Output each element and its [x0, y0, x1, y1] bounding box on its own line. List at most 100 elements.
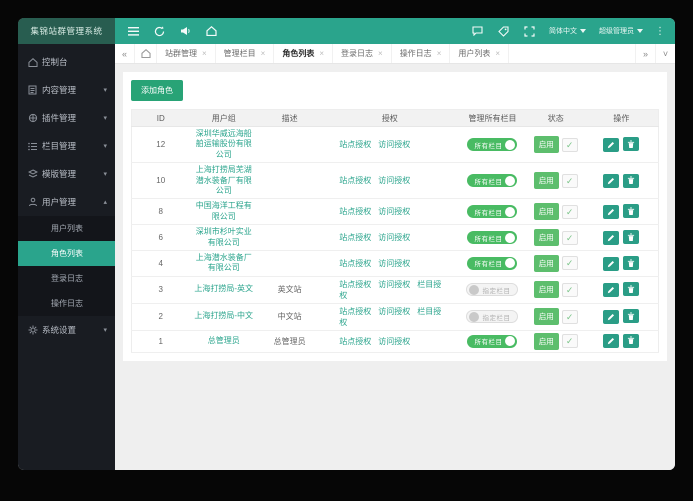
- tab-登录日志[interactable]: 登录日志×: [333, 44, 392, 63]
- auth-link[interactable]: 站点授权: [339, 307, 371, 316]
- more-menu-icon[interactable]: ⋮: [655, 26, 665, 37]
- auth-link[interactable]: 站点授权: [339, 337, 371, 346]
- group-link[interactable]: 深圳华威远海船舶运输股份有限公司: [193, 129, 255, 160]
- refresh-icon[interactable]: [153, 25, 166, 38]
- group-link[interactable]: 上海打捞局芜湖潜水装备厂有限公司: [193, 165, 255, 196]
- message-icon[interactable]: [471, 25, 484, 38]
- status-check-icon[interactable]: ✓: [562, 205, 578, 219]
- edit-button[interactable]: [603, 174, 619, 188]
- tab-站群管理[interactable]: 站群管理×: [157, 44, 216, 63]
- status-check-icon[interactable]: ✓: [562, 334, 578, 348]
- add-role-button[interactable]: 添加角色: [131, 80, 183, 101]
- tab-close-icon[interactable]: ×: [319, 49, 324, 58]
- status-badge[interactable]: 启用: [534, 172, 559, 189]
- auth-link[interactable]: 访问授权: [378, 259, 410, 268]
- auth-link[interactable]: 站点授权: [339, 207, 371, 216]
- all-columns-toggle[interactable]: 所有栏目: [467, 335, 517, 348]
- status-badge[interactable]: 启用: [534, 229, 559, 246]
- sidebar-item-6[interactable]: 用户管理▴: [18, 188, 115, 216]
- auth-link[interactable]: 站点授权: [339, 140, 371, 149]
- tab-home-icon[interactable]: [135, 44, 157, 63]
- status-check-icon[interactable]: ✓: [562, 138, 578, 152]
- sidebar-item-5[interactable]: 模版管理▾: [18, 160, 115, 188]
- status-badge[interactable]: 启用: [534, 203, 559, 220]
- tab-用户列表[interactable]: 用户列表×: [450, 44, 509, 63]
- tab-close-icon[interactable]: ×: [437, 49, 442, 58]
- status-badge[interactable]: 启用: [534, 281, 559, 298]
- auth-link[interactable]: 访问授权: [378, 307, 410, 316]
- auth-link[interactable]: 访问授权: [378, 337, 410, 346]
- sidebar-subitem-登录日志[interactable]: 登录日志: [18, 266, 115, 291]
- all-columns-toggle[interactable]: 所有栏目: [467, 257, 517, 270]
- tab-close-icon[interactable]: ×: [261, 49, 266, 58]
- status-badge[interactable]: 启用: [534, 255, 559, 272]
- group-link[interactable]: 总管理员: [208, 336, 240, 346]
- tab-角色列表[interactable]: 角色列表×: [274, 44, 333, 63]
- language-dropdown[interactable]: 简体中文: [549, 26, 586, 36]
- tabs-scroll-left-button[interactable]: «: [115, 44, 135, 63]
- home-icon[interactable]: [205, 25, 218, 38]
- all-columns-toggle[interactable]: 指定栏目: [466, 283, 518, 296]
- all-columns-toggle[interactable]: 指定栏目: [466, 310, 518, 323]
- tab-close-icon[interactable]: ×: [495, 49, 500, 58]
- delete-button[interactable]: [623, 204, 639, 218]
- status-badge[interactable]: 启用: [534, 136, 559, 153]
- sidebar-subitem-操作日志[interactable]: 操作日志: [18, 291, 115, 316]
- sidebar-subitem-用户列表[interactable]: 用户列表: [18, 216, 115, 241]
- tab-close-icon[interactable]: ×: [378, 49, 383, 58]
- announcement-icon[interactable]: [179, 25, 192, 38]
- group-link[interactable]: 上海打捞局-英文: [194, 284, 253, 294]
- status-check-icon[interactable]: ✓: [562, 310, 578, 324]
- delete-button[interactable]: [623, 282, 639, 296]
- auth-link[interactable]: 访问授权: [378, 280, 410, 289]
- group-link[interactable]: 上海打捞局-中文: [194, 311, 253, 321]
- edit-button[interactable]: [603, 283, 619, 297]
- sidebar-item-4[interactable]: 栏目管理▾: [18, 132, 115, 160]
- edit-button[interactable]: [603, 205, 619, 219]
- status-badge[interactable]: 启用: [534, 333, 559, 350]
- status-check-icon[interactable]: ✓: [562, 256, 578, 270]
- status-check-icon[interactable]: ✓: [562, 174, 578, 188]
- status-check-icon[interactable]: ✓: [562, 283, 578, 297]
- tab-close-icon[interactable]: ×: [202, 49, 207, 58]
- auth-link[interactable]: 站点授权: [339, 233, 371, 242]
- auth-link[interactable]: 站点授权: [339, 176, 371, 185]
- edit-button[interactable]: [603, 257, 619, 271]
- all-columns-toggle[interactable]: 所有栏目: [467, 174, 517, 187]
- status-check-icon[interactable]: ✓: [562, 231, 578, 245]
- all-columns-toggle[interactable]: 所有栏目: [467, 231, 517, 244]
- auth-link[interactable]: 站点授权: [339, 259, 371, 268]
- fullscreen-icon[interactable]: [523, 25, 536, 38]
- delete-button[interactable]: [623, 256, 639, 270]
- edit-button[interactable]: [603, 334, 619, 348]
- tabs-scroll-right-button[interactable]: »: [635, 44, 655, 63]
- tab-操作日志[interactable]: 操作日志×: [392, 44, 451, 63]
- sidebar-item-3[interactable]: 插件管理▾: [18, 104, 115, 132]
- sidebar-subitem-角色列表[interactable]: 角色列表: [18, 241, 115, 266]
- sidebar-item-2[interactable]: 内容管理▾: [18, 76, 115, 104]
- auth-link[interactable]: 访问授权: [378, 140, 410, 149]
- tab-管理栏目[interactable]: 管理栏目×: [216, 44, 275, 63]
- tabs-collapse-button[interactable]: ˅: [655, 44, 675, 63]
- group-link[interactable]: 上海潜水装备厂有限公司: [193, 253, 255, 274]
- all-columns-toggle[interactable]: 所有栏目: [467, 138, 517, 151]
- menu-icon[interactable]: [127, 25, 140, 38]
- auth-link[interactable]: 访问授权: [378, 233, 410, 242]
- auth-link[interactable]: 站点授权: [339, 280, 371, 289]
- group-link[interactable]: 中国海洋工程有限公司: [193, 201, 255, 222]
- user-dropdown[interactable]: 超级管理员: [599, 26, 643, 36]
- all-columns-toggle[interactable]: 所有栏目: [467, 205, 517, 218]
- delete-button[interactable]: [623, 174, 639, 188]
- edit-button[interactable]: [603, 231, 619, 245]
- sidebar-item-7[interactable]: 系统设置▾: [18, 316, 115, 344]
- delete-button[interactable]: [623, 309, 639, 323]
- status-badge[interactable]: 启用: [534, 308, 559, 325]
- auth-link[interactable]: 访问授权: [378, 207, 410, 216]
- delete-button[interactable]: [623, 334, 639, 348]
- tag-icon[interactable]: [497, 25, 510, 38]
- group-link[interactable]: 深圳市杉叶实业有限公司: [193, 227, 255, 248]
- edit-button[interactable]: [603, 310, 619, 324]
- edit-button[interactable]: [603, 138, 619, 152]
- sidebar-item-1[interactable]: 控制台: [18, 48, 115, 76]
- auth-link[interactable]: 访问授权: [378, 176, 410, 185]
